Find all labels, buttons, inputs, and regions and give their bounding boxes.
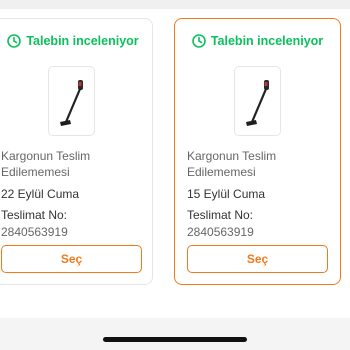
delivery-number: 2840563919 — [187, 225, 254, 239]
top-strip — [0, 0, 350, 9]
delivery-number-label: Teslimat No: — [1, 208, 68, 222]
status-label: Talebin inceleniyor — [26, 34, 139, 48]
delivery-number-label: Teslimat No: — [187, 208, 254, 222]
clock-icon — [192, 34, 206, 48]
request-info: Kargonun Teslim Edilememesi 22 Eylül Cum… — [1, 148, 146, 240]
clock-icon — [7, 34, 22, 48]
request-date: 15 Eylül Cuma — [187, 187, 266, 201]
request-reason: Kargonun Teslim Edilememesi — [187, 149, 277, 179]
status-label: Talebin inceleniyor — [210, 34, 324, 48]
request-status: Talebin inceleniyor — [175, 34, 340, 48]
request-status: Talebin inceleniyor — [0, 34, 152, 48]
request-card[interactable]: Talebin inceleniyor Kargonun Teslim Edil… — [174, 18, 341, 285]
page: Talebin inceleniyor Kargonun Teslim Edil… — [0, 0, 350, 350]
delivery-number: 2840563919 — [1, 225, 68, 239]
request-card[interactable]: Talebin inceleniyor Kargonun Teslim Edil… — [0, 18, 153, 285]
stick-vacuum-image — [246, 80, 269, 126]
stick-vacuum-image — [60, 80, 83, 126]
request-info: Kargonun Teslim Edilememesi 15 Eylül Cum… — [187, 148, 334, 240]
select-button[interactable]: Seç — [1, 245, 142, 273]
request-reason: Kargonun Teslim Edilememesi — [1, 149, 91, 179]
product-image[interactable] — [48, 66, 95, 136]
product-image[interactable] — [234, 66, 281, 136]
select-button[interactable]: Seç — [187, 245, 328, 273]
bottom-bar — [0, 318, 350, 350]
home-indicator[interactable] — [103, 337, 247, 342]
request-date: 22 Eylül Cuma — [1, 187, 80, 201]
